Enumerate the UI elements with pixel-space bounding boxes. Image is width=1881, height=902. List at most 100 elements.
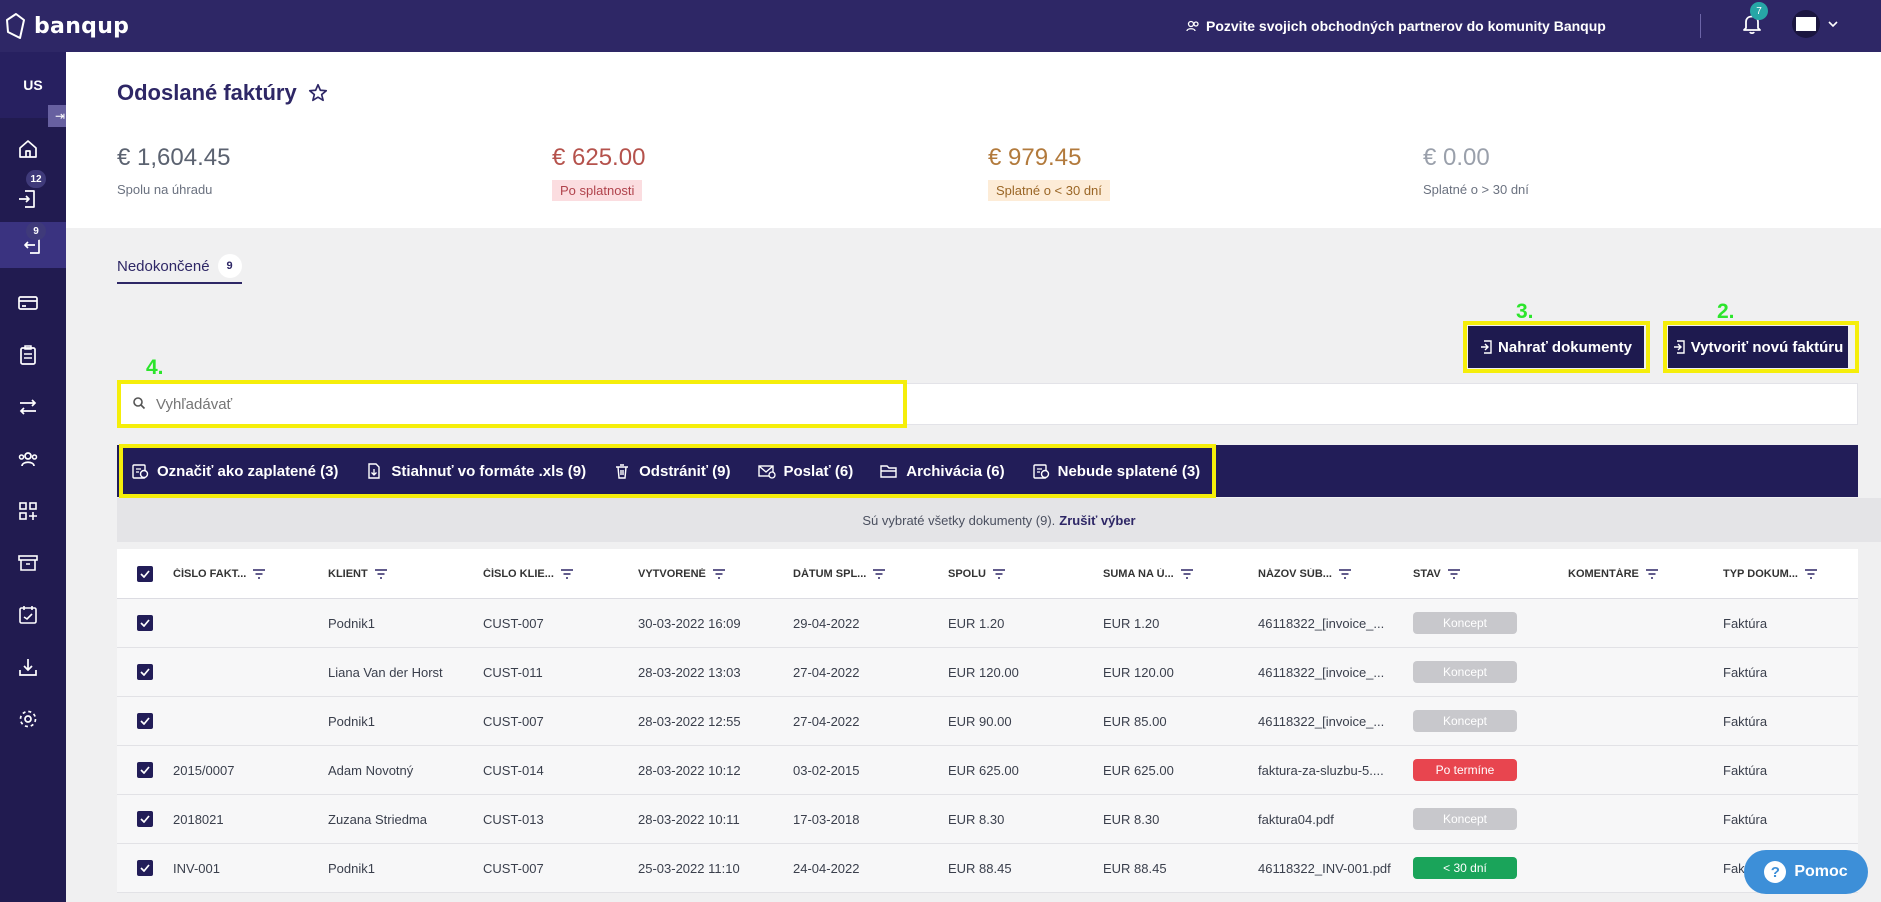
help-button[interactable]: ? Pomoc	[1744, 850, 1868, 894]
invite-text: Pozvite svojich obchodných partnerov do …	[1206, 18, 1606, 34]
summary-header: Odoslané faktúry € 1,604.45 Spolu na úhr…	[66, 52, 1881, 228]
row-checkbox-cell	[117, 664, 173, 680]
row-checkbox[interactable]	[137, 811, 153, 827]
filter-icon[interactable]	[560, 568, 574, 579]
filter-icon[interactable]	[1645, 568, 1659, 579]
row-checkbox[interactable]	[137, 615, 153, 631]
table-row[interactable]: Liana Van der Horst CUST-011 28-03-2022 13…	[117, 648, 1858, 697]
annotation-box-3	[1463, 321, 1650, 373]
filter-icon[interactable]	[712, 568, 726, 579]
invoices-table: ČÍSLO FAKT... KLIENT ČÍSLO KLIE... VYTVO…	[117, 549, 1858, 893]
column-header-status[interactable]: STAV	[1413, 568, 1568, 580]
stat-total-due: € 1,604.45 Spolu na úhradu	[117, 144, 230, 197]
users-icon	[1186, 20, 1199, 32]
invite-partners-link[interactable]: Pozvite svojich obchodných partnerov do …	[1186, 0, 1606, 52]
cell-due: 24-04-2022	[793, 860, 860, 876]
column-header-file-name[interactable]: NÁZOV SÚB...	[1258, 568, 1413, 580]
sidebar-item-contacts[interactable]	[0, 436, 56, 482]
sidebar-item-transfers[interactable]	[0, 384, 56, 430]
sidebar-item-documents[interactable]	[0, 332, 56, 378]
contacts-icon	[18, 452, 38, 467]
column-header-due-date[interactable]: DÁTUM SPL...	[793, 568, 948, 580]
column-header-created[interactable]: VYTVORENÉ	[638, 568, 793, 580]
divider	[1700, 14, 1701, 38]
cell-total: EUR 88.45	[948, 860, 1012, 876]
table-row[interactable]: 2015/0007 Adam Novotný CUST-014 28-03-2022 …	[117, 746, 1858, 795]
cell-type: Faktúra	[1723, 615, 1768, 631]
status-badge: Koncept	[1413, 808, 1517, 830]
sidebar-item-payments[interactable]	[0, 280, 56, 326]
status-badge: Po termíne	[1413, 759, 1517, 781]
brand-logo[interactable]: banqup	[4, 12, 129, 40]
cell-file: faktura-za-sluzbu-5....	[1258, 762, 1384, 778]
star-icon[interactable]	[307, 82, 329, 104]
row-checkbox[interactable]	[137, 762, 153, 778]
page-title: Odoslané faktúry	[117, 80, 329, 106]
column-header-amount-due[interactable]: SUMA NA Ú...	[1103, 568, 1258, 580]
filter-icon[interactable]	[872, 568, 886, 579]
cancel-selection-link[interactable]: Zrušiť výber	[1059, 513, 1135, 528]
column-header-total[interactable]: SPOLU	[948, 568, 1103, 580]
cell-status: < 30 dní	[1413, 857, 1568, 879]
cell-amount-due: EUR 120.00	[1103, 664, 1174, 680]
inbox-icon	[19, 190, 35, 208]
cell-status: Koncept	[1413, 808, 1568, 830]
sidebar-item-archive[interactable]	[0, 540, 56, 586]
table-row[interactable]: Podnik1 CUST-007 28-03-2022 12:55 27-04-202…	[117, 697, 1858, 746]
filter-icon[interactable]	[1338, 568, 1352, 579]
filter-icon[interactable]	[252, 568, 266, 579]
sidebar-item-apps[interactable]	[0, 488, 56, 534]
sidebar-item-downloads[interactable]	[0, 644, 56, 690]
cell-client-no: CUST-007	[483, 713, 544, 729]
cell-number: 2015/0007	[173, 762, 235, 778]
cell-type: Faktúra	[1723, 664, 1768, 680]
column-header-client-number[interactable]: ČÍSLO KLIE...	[483, 568, 638, 580]
stat-due-later: € 0.00 Splatné o > 30 dní	[1423, 144, 1529, 197]
table-row[interactable]: Podnik1 CUST-007 30-03-2022 16:09 29-04-202…	[117, 599, 1858, 648]
table-row[interactable]: 2018021 Zuzana Striedma CUST-013 28-03-2022…	[117, 795, 1858, 844]
tab-unfinished[interactable]: Nedokončené 9	[117, 254, 242, 278]
cell-due: 27-04-2022	[793, 713, 860, 729]
row-checkbox[interactable]	[137, 664, 153, 680]
page-title-text: Odoslané faktúry	[117, 80, 297, 105]
cell-file: 46118322_[invoice_...	[1258, 713, 1385, 729]
column-header-comments[interactable]: KOMENTÁRE	[1568, 568, 1723, 580]
sidebar-item-home[interactable]	[0, 126, 56, 172]
column-header-invoice-number[interactable]: ČÍSLO FAKT...	[173, 568, 328, 580]
cell-client: Podnik1	[328, 713, 375, 729]
cell-status: Po termíne	[1413, 759, 1568, 781]
row-checkbox-cell	[117, 713, 173, 729]
sidebar-item-received[interactable]	[0, 176, 56, 222]
filter-icon[interactable]	[1447, 568, 1461, 579]
filter-icon[interactable]	[374, 568, 388, 579]
sidebar-item-schedule[interactable]	[0, 592, 56, 638]
select-all-checkbox[interactable]	[137, 565, 153, 582]
cell-due: 29-04-2022	[793, 615, 860, 631]
table-row[interactable]: INV-001 Podnik1 CUST-007 25-03-2022 11:10 24…	[117, 844, 1858, 893]
cell-created: 25-03-2022 11:10	[638, 860, 740, 876]
column-header-client[interactable]: KLIENT	[328, 568, 483, 580]
cell-created: 28-03-2022 10:11	[638, 811, 740, 827]
language-selector[interactable]	[1792, 10, 1838, 38]
status-badge: Koncept	[1413, 612, 1517, 634]
row-checkbox[interactable]	[137, 713, 153, 729]
cell-client-no: CUST-011	[483, 664, 543, 680]
cell-amount-due: EUR 1.20	[1103, 615, 1160, 631]
status-badge: Koncept	[1413, 710, 1517, 732]
cell-number: INV-001	[173, 860, 220, 876]
sidebar: US ⇥ 12 9	[0, 52, 72, 902]
tab-count-badge: 9	[217, 254, 242, 278]
filter-icon[interactable]	[1804, 568, 1818, 579]
selection-text: Sú vybraté všetky dokumenty (9).	[862, 512, 1056, 528]
row-checkbox[interactable]	[137, 860, 153, 876]
column-header-document-type[interactable]: TYP DOKUM...	[1723, 568, 1853, 580]
apps-icon	[19, 502, 37, 520]
sidebar-item-settings[interactable]	[0, 696, 56, 742]
filter-icon[interactable]	[1180, 568, 1194, 579]
stat-label: Splatné o > 30 dní	[1423, 182, 1529, 197]
selection-info: Sú vybraté všetky dokumenty (9). Zrušiť …	[117, 498, 1881, 542]
filter-icon[interactable]	[992, 568, 1006, 579]
cell-total: EUR 120.00	[948, 664, 1019, 680]
cell-client: Podnik1	[328, 615, 375, 631]
outbox-count-badge: 9	[26, 222, 46, 240]
